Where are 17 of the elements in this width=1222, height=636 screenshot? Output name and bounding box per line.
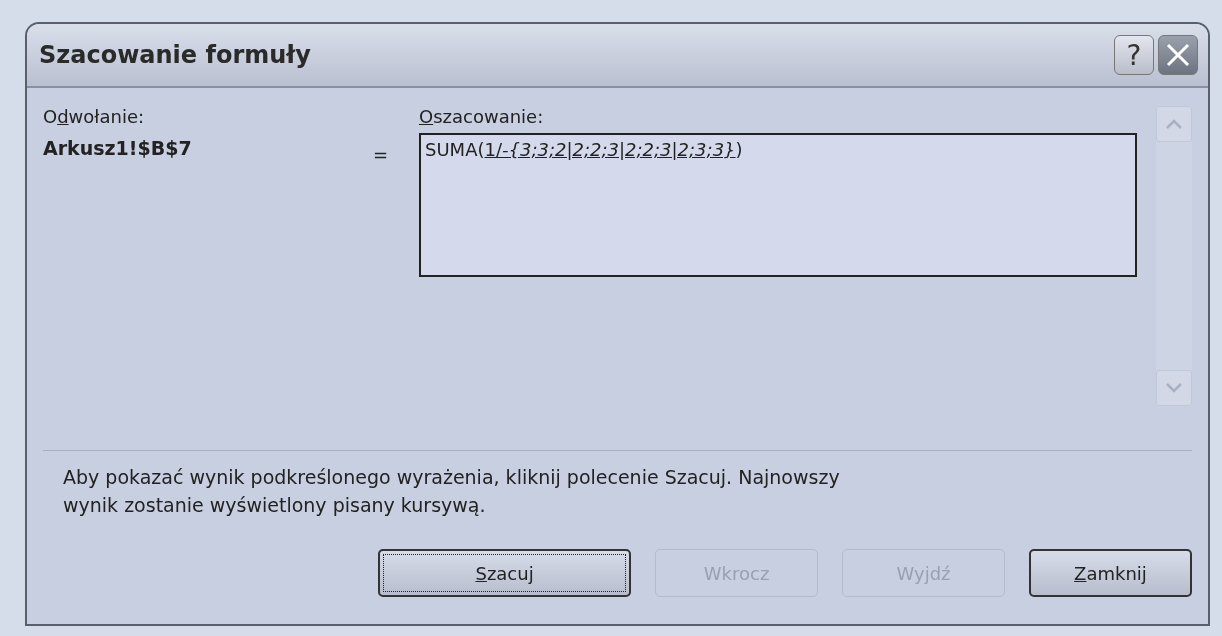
scrollbar[interactable] <box>1156 106 1192 406</box>
equals-sign: = <box>373 144 389 165</box>
evaluation-label: Oszacowanie: <box>419 106 545 127</box>
reference-label: Odwołanie: <box>43 106 146 127</box>
help-text: Aby pokazać wynik podkreślonego wyrażenia, kliknij polecenie Szacuj. Najnowszy wynik zostanie wyświetlony pisany kursywą. <box>63 465 841 518</box>
dialog-button[interactable]: Zamknij <box>1029 549 1192 597</box>
close-icon <box>1165 42 1191 68</box>
window-title: Szacowanie formuły <box>39 41 311 69</box>
scroll-up-button[interactable] <box>1156 106 1192 142</box>
chevron-up-icon <box>1166 119 1182 129</box>
formula-box: SUMA(1/-{3;3;2|2;2;3|2;2;3|2;3;3}) <box>419 133 1137 277</box>
help-button[interactable]: ? <box>1114 35 1154 75</box>
close-button[interactable] <box>1158 35 1198 75</box>
scroll-down-button[interactable] <box>1156 370 1192 406</box>
reference-value: Arkusz1!$B$7 <box>43 137 193 159</box>
chevron-down-icon <box>1166 383 1182 393</box>
dialog-button[interactable]: Szacuj <box>378 549 632 597</box>
